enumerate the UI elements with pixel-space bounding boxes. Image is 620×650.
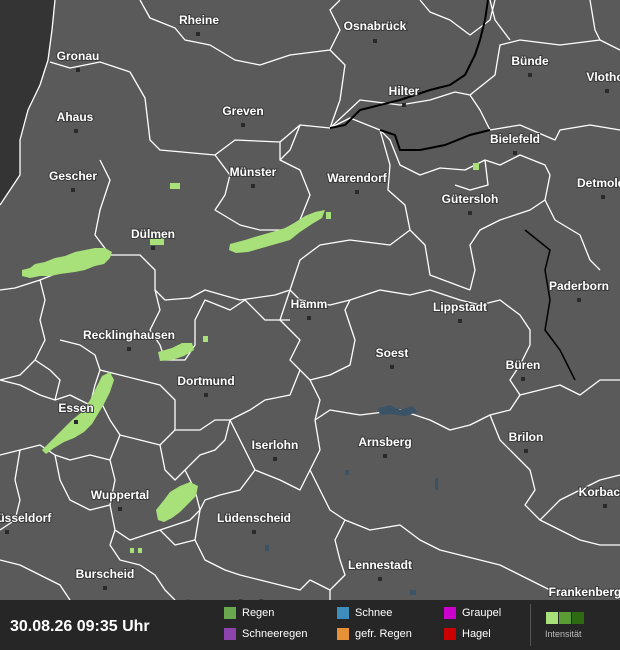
city-dot bbox=[74, 420, 78, 424]
city-label: Gütersloh bbox=[442, 192, 499, 206]
weather-radar-map[interactable]: Rheine Osnabrück Gronau Bünde Vlotho Hilter Gr… bbox=[0, 0, 620, 650]
city-label: Hamm bbox=[291, 297, 328, 311]
regen-swatch bbox=[224, 607, 236, 619]
legend-item-regen: Regen bbox=[224, 607, 274, 619]
city-label: Münster bbox=[230, 165, 277, 179]
city-label: Paderborn bbox=[549, 279, 609, 293]
city-label: Düsseldorf bbox=[0, 511, 52, 525]
city-dot bbox=[252, 530, 256, 534]
graupel-swatch bbox=[444, 607, 456, 619]
city-dot bbox=[402, 103, 406, 107]
city-dot bbox=[251, 184, 255, 188]
city-label: Frankenberg bbox=[549, 585, 620, 599]
city-label: Bielefeld bbox=[490, 132, 540, 146]
legend-item-hagel: Hagel bbox=[444, 628, 491, 640]
legend-label-schneeregen: Schneeregen bbox=[242, 628, 308, 640]
city-dot bbox=[378, 577, 382, 581]
city-dot bbox=[601, 195, 605, 199]
city-label: Bünde bbox=[511, 54, 549, 68]
intensity-label: Intensität bbox=[545, 629, 582, 639]
intensity-swatch-high bbox=[572, 612, 584, 624]
city-dot bbox=[74, 129, 78, 133]
legend-bar: 30.08.26 09:35 Uhr Regen Schneeregen Sch… bbox=[0, 600, 620, 650]
city-label: Ahaus bbox=[57, 110, 94, 124]
city-dot bbox=[118, 507, 122, 511]
city-label: Soest bbox=[376, 346, 409, 360]
schnee-swatch bbox=[337, 607, 349, 619]
city-label: Lennestadt bbox=[348, 558, 412, 572]
legend-label-schnee: Schnee bbox=[355, 607, 393, 619]
city-label: Rheine bbox=[179, 13, 219, 27]
intensity-swatch-low bbox=[546, 612, 558, 624]
city-dot bbox=[273, 457, 277, 461]
city-label: Korbach bbox=[579, 485, 620, 499]
city-label: Hilter bbox=[389, 84, 420, 98]
city-label: Dülmen bbox=[131, 227, 175, 241]
city-dot bbox=[605, 89, 609, 93]
city-dot bbox=[468, 211, 472, 215]
legend-item-schneeregen: Schneeregen bbox=[224, 628, 307, 640]
city-label: Büren bbox=[506, 358, 541, 372]
city-dot bbox=[521, 377, 525, 381]
city-label: Wuppertal bbox=[91, 488, 149, 502]
city-dot bbox=[513, 151, 517, 155]
city-dot bbox=[577, 298, 581, 302]
legend-item-gefr-regen: gefr. Regen bbox=[337, 628, 412, 640]
city-dot bbox=[355, 190, 359, 194]
legend-label-graupel: Graupel bbox=[462, 607, 502, 619]
city-dot bbox=[241, 123, 245, 127]
city-dot bbox=[76, 68, 80, 72]
gefr-regen-swatch bbox=[337, 628, 349, 640]
city-dot bbox=[458, 319, 462, 323]
city-dot bbox=[383, 454, 387, 458]
city-label: Lüdenscheid bbox=[217, 511, 291, 525]
legend-item-graupel: Graupel bbox=[444, 607, 501, 619]
city-label: Detmold bbox=[577, 176, 620, 190]
intensity-scale bbox=[546, 611, 585, 629]
city-label: Dortmund bbox=[177, 374, 234, 388]
schneeregen-swatch bbox=[224, 628, 236, 640]
city-dot bbox=[204, 393, 208, 397]
city-dot bbox=[151, 246, 155, 250]
city-label: Vlotho bbox=[586, 70, 620, 84]
legend-label-hagel: Hagel bbox=[462, 628, 491, 640]
legend-divider bbox=[530, 604, 531, 646]
hagel-swatch bbox=[444, 628, 456, 640]
city-dot bbox=[603, 504, 607, 508]
city-label: Arnsberg bbox=[358, 435, 411, 449]
city-label: Gescher bbox=[49, 169, 97, 183]
city-label: Gronau bbox=[57, 49, 100, 63]
city-dot bbox=[5, 530, 9, 534]
city-dot bbox=[524, 449, 528, 453]
legend-label-gefr-regen: gefr. Regen bbox=[355, 628, 412, 640]
city-dot bbox=[127, 347, 131, 351]
city-label: Warendorf bbox=[327, 171, 388, 185]
city-dot bbox=[373, 39, 377, 43]
intensity-swatch-mid bbox=[559, 612, 571, 624]
city-dot bbox=[390, 365, 394, 369]
city-label: Brilon bbox=[509, 430, 544, 444]
city-label: Iserlohn bbox=[252, 438, 299, 452]
city-label: Burscheid bbox=[76, 567, 135, 581]
city-dot bbox=[307, 316, 311, 320]
legend-item-schnee: Schnee bbox=[337, 607, 392, 619]
city-label: Osnabrück bbox=[344, 19, 407, 33]
city-label: Greven bbox=[222, 104, 263, 118]
city-label: Essen bbox=[58, 401, 93, 415]
city-dot bbox=[103, 586, 107, 590]
city-dot bbox=[71, 188, 75, 192]
city-dot bbox=[196, 32, 200, 36]
legend-label-regen: Regen bbox=[242, 607, 275, 619]
city-label: Recklinghausen bbox=[83, 328, 175, 342]
radar-timestamp: 30.08.26 09:35 Uhr bbox=[10, 618, 150, 635]
city-label: Lippstadt bbox=[433, 300, 487, 314]
city-dot bbox=[528, 73, 532, 77]
